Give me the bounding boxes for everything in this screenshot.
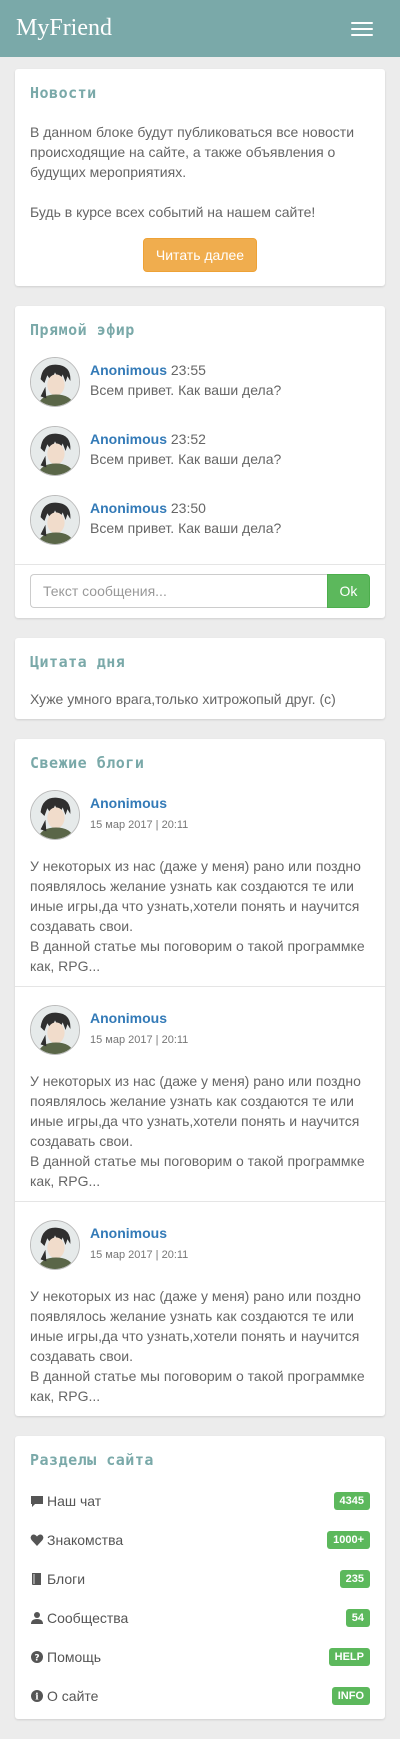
chat-message: Anonimous 23:55 Всем привет. Как ваши де… [30, 357, 370, 407]
count-badge: 54 [345, 1608, 370, 1627]
svg-text:i: i [35, 1692, 39, 1702]
section-label: О сайте [47, 1687, 99, 1704]
svg-text:?: ? [34, 1653, 39, 1663]
chat-author-link[interactable]: Anonimous [90, 500, 167, 516]
comment-icon [30, 1494, 44, 1508]
blog-excerpt: У некоторых из нас (даже у меня) рано ил… [30, 858, 361, 934]
news-paragraph: В данном блоке будут публиковаться все н… [30, 124, 355, 180]
section-label: Знакомства [47, 1531, 124, 1548]
blogs-title: Свежие блоги [30, 754, 145, 772]
count-badge: INFO [331, 1686, 370, 1705]
blogs-panel: Свежие блоги Anonimous 15 мар 2017 | 20:… [15, 739, 385, 1416]
section-label: Наш чат [47, 1492, 102, 1509]
section-link-dating[interactable]: Знакомства 1000+ [30, 1520, 370, 1559]
navbar: MyFriend [0, 0, 400, 57]
avatar[interactable] [30, 790, 80, 840]
heart-icon [30, 1533, 44, 1547]
sections-panel: Разделы сайта Наш чат 4345 Знакомства 10… [15, 1436, 385, 1719]
avatar[interactable] [30, 1005, 80, 1055]
read-more-button[interactable]: Читать далее [142, 238, 258, 272]
user-icon [30, 1611, 44, 1625]
avatar[interactable] [30, 357, 80, 407]
chat-time: 23:50 [170, 500, 206, 516]
quote-text: Хуже умного врага,только хитрожопый друг… [30, 691, 336, 707]
count-badge: 4345 [333, 1491, 370, 1510]
blog-excerpt: У некоторых из нас (даже у меня) рано ил… [30, 1073, 361, 1149]
live-chat-panel: Прямой эфир Anonimous 23:55 Всем привет.… [15, 306, 385, 618]
sections-title: Разделы сайта [30, 1451, 154, 1469]
blog-author-link[interactable]: Anonimous [90, 795, 188, 811]
avatar[interactable] [30, 495, 80, 545]
blog-excerpt: В данной статье мы поговорим о такой про… [30, 1368, 365, 1404]
news-title: Новости [30, 84, 97, 102]
section-label: Блоги [47, 1570, 86, 1587]
question-icon: ? [30, 1650, 44, 1664]
blog-excerpt: В данной статье мы поговорим о такой про… [30, 1153, 365, 1189]
avatar[interactable] [30, 1220, 80, 1270]
chat-text: Всем привет. Как ваши дела? [90, 520, 282, 536]
hamburger-icon [351, 21, 373, 24]
chat-input-row: Ok [15, 564, 385, 618]
brand-logo[interactable]: MyFriend [16, 15, 112, 42]
section-link-help[interactable]: ? Помощь HELP [30, 1637, 370, 1676]
section-link-about[interactable]: i О сайте INFO [30, 1676, 370, 1715]
blog-author-link[interactable]: Anonimous [90, 1225, 188, 1241]
send-button[interactable]: Ok [327, 574, 370, 608]
avatar[interactable] [30, 426, 80, 476]
news-panel: Новости В данном блоке будут публиковать… [15, 69, 385, 286]
blog-date: 15 мар 2017 | 20:11 [90, 1249, 189, 1261]
quote-title: Цитата дня [30, 653, 126, 671]
chat-time: 23:52 [170, 431, 206, 447]
news-paragraph: Будь в курсе всех событий на нашем сайте… [30, 204, 316, 220]
blog-author-link[interactable]: Anonimous [90, 1010, 188, 1026]
live-chat-title: Прямой эфир [30, 321, 135, 339]
blog-date: 15 мар 2017 | 20:11 [90, 1034, 189, 1046]
chat-text: Всем привет. Как ваши дела? [90, 451, 282, 467]
blog-entry: Anonimous 15 мар 2017 | 20:11 У некоторы… [15, 987, 385, 1202]
chat-author-link[interactable]: Anonimous [90, 362, 167, 378]
blog-entry: Anonimous 15 мар 2017 | 20:11 У некоторы… [15, 772, 385, 987]
message-input[interactable] [30, 574, 327, 608]
section-link-blogs[interactable]: Блоги 235 [30, 1559, 370, 1598]
count-badge: 1000+ [327, 1530, 370, 1549]
chat-author-link[interactable]: Anonimous [90, 431, 167, 447]
blog-date: 15 мар 2017 | 20:11 [90, 819, 189, 831]
blog-excerpt: У некоторых из нас (даже у меня) рано ил… [30, 1288, 361, 1364]
blog-excerpt: В данной статье мы поговорим о такой про… [30, 938, 365, 974]
section-link-communities[interactable]: Сообщества 54 [30, 1598, 370, 1637]
chat-text: Всем привет. Как ваши дела? [90, 382, 282, 398]
quote-panel: Цитата дня Хуже умного врага,только хитр… [15, 638, 385, 719]
chat-message: Anonimous 23:50 Всем привет. Как ваши де… [30, 495, 370, 545]
count-badge: HELP [328, 1647, 370, 1666]
section-link-chat[interactable]: Наш чат 4345 [30, 1481, 370, 1520]
section-label: Сообщества [47, 1609, 129, 1626]
section-label: Помощь [47, 1648, 102, 1665]
blog-entry: Anonimous 15 мар 2017 | 20:11 У некоторы… [15, 1202, 385, 1416]
chat-time: 23:55 [170, 362, 206, 378]
book-icon [30, 1572, 44, 1586]
info-icon: i [30, 1689, 44, 1703]
chat-message: Anonimous 23:52 Всем привет. Как ваши де… [30, 426, 370, 476]
count-badge: 235 [339, 1569, 370, 1588]
menu-toggle-button[interactable] [340, 12, 384, 46]
